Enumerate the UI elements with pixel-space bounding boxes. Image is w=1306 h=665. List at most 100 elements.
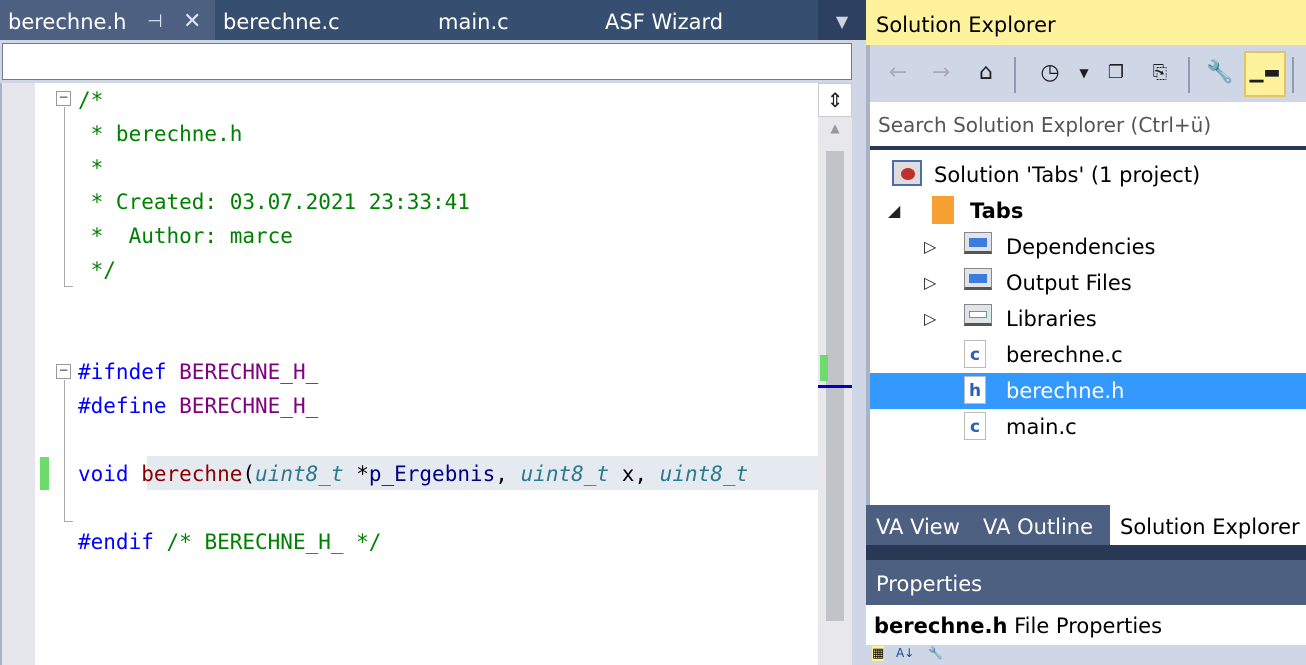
solution-icon — [892, 160, 922, 186]
tree-item-label: Dependencies — [1006, 235, 1156, 259]
tree-item-label: Output Files — [1006, 271, 1132, 295]
tree-item-label: berechne.c — [1006, 343, 1123, 367]
code-token: #define — [78, 394, 180, 418]
collapse-all-icon[interactable]: ❐ — [1098, 55, 1134, 91]
tree-item-label: Libraries — [1006, 307, 1097, 331]
split-icon[interactable]: ⇕ — [818, 83, 852, 117]
tree-item-label: Solution 'Tabs' (1 project) — [934, 163, 1201, 187]
wrench-icon[interactable]: 🔧 — [928, 646, 943, 660]
code-token: uint8_t — [659, 462, 749, 486]
tab-solution-explorer[interactable]: Solution Explorer — [1110, 505, 1306, 545]
close-icon[interactable]: ✕ — [183, 0, 201, 44]
collapse-icon[interactable]: − — [56, 91, 71, 106]
tab-main-c[interactable]: main.c — [430, 0, 570, 40]
search-input[interactable]: Search Solution Explorer (Ctrl+ü) — [870, 102, 1306, 146]
code-token: * berechne.h — [78, 122, 243, 146]
expanded-arrow-icon[interactable]: ◢ — [888, 193, 900, 229]
code-line: /* — [78, 83, 103, 117]
code-token: , — [495, 462, 521, 486]
tree-item-label: main.c — [1006, 415, 1077, 439]
tree-item[interactable]: c main.c — [870, 409, 1306, 445]
code-token: */ — [78, 258, 116, 282]
properties-object-selector[interactable]: berechne.h File Properties — [866, 605, 1306, 645]
properties-title: Properties — [866, 560, 1306, 605]
preview-icon[interactable]: ▁▬ — [1244, 51, 1286, 97]
code-token: * — [343, 462, 369, 486]
back-icon[interactable]: ← — [880, 55, 916, 91]
tab-va-outline[interactable]: VA Outline — [983, 505, 1093, 545]
pin-icon[interactable]: ⊣ — [147, 0, 163, 44]
tree-item-label: berechne.h — [1006, 379, 1125, 403]
chevron-down-icon[interactable]: ▼ — [1066, 55, 1102, 91]
navigation-dropdown[interactable] — [2, 43, 852, 80]
code-token: BERECHNE_H_ — [179, 360, 319, 384]
tree-item[interactable]: h berechne.h — [870, 373, 1306, 409]
forward-icon[interactable]: → — [923, 55, 959, 91]
wrench-icon[interactable]: 🔧 — [1202, 55, 1238, 91]
tab-va-view[interactable]: VA View — [876, 505, 960, 545]
code-editor[interactable]: − − /* * berechne.h * * Created: 03.07.2… — [0, 83, 866, 665]
tree-item[interactable]: ▷ Output Files — [870, 265, 1306, 301]
sort-alphabetical-icon[interactable]: A↓ — [896, 646, 914, 660]
tree-item[interactable]: ◢ GCC Tabs — [870, 193, 1306, 235]
folder-icon — [964, 232, 992, 256]
tree-item[interactable]: Solution 'Tabs' (1 project) — [870, 157, 1306, 193]
code-line: #ifndef BERECHNE_H_ — [78, 355, 318, 389]
chevron-down-icon[interactable]: ▼ — [818, 0, 866, 40]
editor-tab-bar: berechne.h ⊣ ✕ berechne.c main.c ASF Wizar… — [0, 0, 866, 40]
expand-arrow-icon[interactable]: ▷ — [924, 229, 936, 265]
code-token: void — [78, 462, 142, 486]
code-token: uint8_t — [520, 462, 610, 486]
fold-guide — [64, 380, 65, 522]
code-token: /* — [78, 88, 104, 112]
tree-item[interactable]: ▷ Dependencies — [870, 229, 1306, 265]
code-token: berechne — [141, 462, 243, 486]
solution-explorer-title: Solution Explorer — [866, 0, 1306, 45]
tree-item[interactable]: c berechne.c — [870, 337, 1306, 373]
fold-guide — [64, 107, 65, 287]
code-token: #ifndef — [78, 360, 180, 384]
tree-item-label: Tabs — [970, 199, 1024, 223]
code-line: * — [78, 151, 104, 185]
gcc-project-icon: GCC — [932, 196, 958, 235]
collapse-icon[interactable]: − — [56, 364, 71, 379]
tab-berechne-c[interactable]: berechne.c — [215, 0, 415, 40]
gutter — [0, 83, 35, 665]
tab-asf-wizard[interactable]: ASF Wizard — [597, 0, 797, 40]
divider — [852, 83, 866, 665]
code-token: * — [78, 156, 104, 180]
solution-explorer-toolbar: ← → ⌂ ◷ ▼ ❐ ⎘ 🔧 ▁▬ — [866, 45, 1306, 102]
change-marker — [820, 355, 828, 381]
folder-icon — [964, 268, 992, 292]
divider — [1292, 57, 1294, 93]
divider — [1014, 57, 1016, 93]
categorized-icon[interactable]: ▦ — [872, 646, 885, 661]
tool-window-tabs: VA View VA Outline Solution Explorer — [866, 505, 1306, 545]
solution-tree: Solution 'Tabs' (1 project) ◢ GCC Tabs ▷ Depe… — [870, 150, 1306, 505]
code-token: BERECHNE_H_ — [179, 394, 319, 418]
code-token: * Author: marce — [78, 224, 293, 248]
c-file-icon: c — [964, 412, 990, 440]
tree-item[interactable]: ▷ Libraries — [870, 301, 1306, 337]
code-line: * Created: 03.07.2021 23:33:41 — [78, 185, 470, 219]
code-line: */ — [78, 253, 116, 287]
code-token: uint8_t — [255, 462, 344, 486]
pending-changes-filter-icon[interactable]: ◷ — [1032, 55, 1068, 91]
expand-arrow-icon[interactable]: ▷ — [924, 265, 936, 301]
fold-guide — [64, 286, 73, 287]
caret-marker — [818, 385, 852, 388]
code-line: void berechne(uint8_t *p_Ergebnis, uint8… — [78, 457, 748, 491]
library-folder-icon — [964, 304, 992, 328]
expand-arrow-icon[interactable]: ▷ — [924, 301, 936, 337]
code-line: * Author: marce — [78, 219, 293, 253]
home-icon[interactable]: ⌂ — [968, 55, 1004, 91]
c-file-icon: c — [964, 340, 990, 368]
fold-guide — [64, 521, 73, 522]
tab-berechne-h[interactable]: berechne.h ⊣ ✕ — [0, 0, 215, 40]
copy-icon[interactable]: ⎘ — [1142, 55, 1178, 91]
scroll-up-icon[interactable]: ▲ — [818, 121, 852, 141]
change-marker — [40, 457, 49, 490]
code-line: * berechne.h — [78, 117, 243, 151]
object-type: File Properties — [1014, 614, 1163, 638]
navigation-bar — [0, 40, 866, 83]
